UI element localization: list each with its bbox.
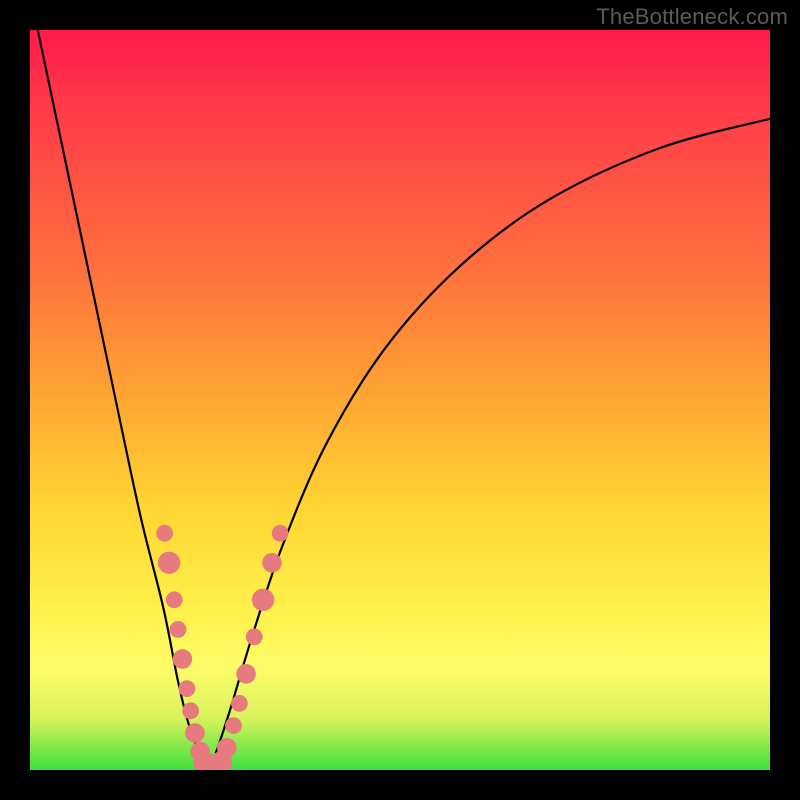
- curve-marker: [246, 628, 263, 645]
- bottleneck-curve-svg: [30, 30, 770, 770]
- plot-area: [30, 30, 770, 770]
- curve-marker: [262, 553, 282, 573]
- bottleneck-curve-path: [30, 30, 770, 770]
- chart-frame: TheBottleneck.com: [0, 0, 800, 800]
- curve-marker: [179, 680, 196, 697]
- curve-marker: [185, 723, 205, 743]
- curve-marker: [231, 695, 248, 712]
- curve-marker: [217, 738, 237, 758]
- curve-marker: [173, 649, 193, 669]
- watermark-label: TheBottleneck.com: [596, 4, 788, 30]
- curve-marker: [236, 664, 256, 684]
- curve-marker: [225, 717, 242, 734]
- curve-marker: [170, 621, 187, 638]
- curve-marker: [272, 525, 289, 542]
- curve-marker: [166, 591, 183, 608]
- curve-marker: [156, 525, 173, 542]
- curve-marker: [158, 552, 180, 574]
- curve-marker: [182, 702, 199, 719]
- curve-marker: [252, 589, 274, 611]
